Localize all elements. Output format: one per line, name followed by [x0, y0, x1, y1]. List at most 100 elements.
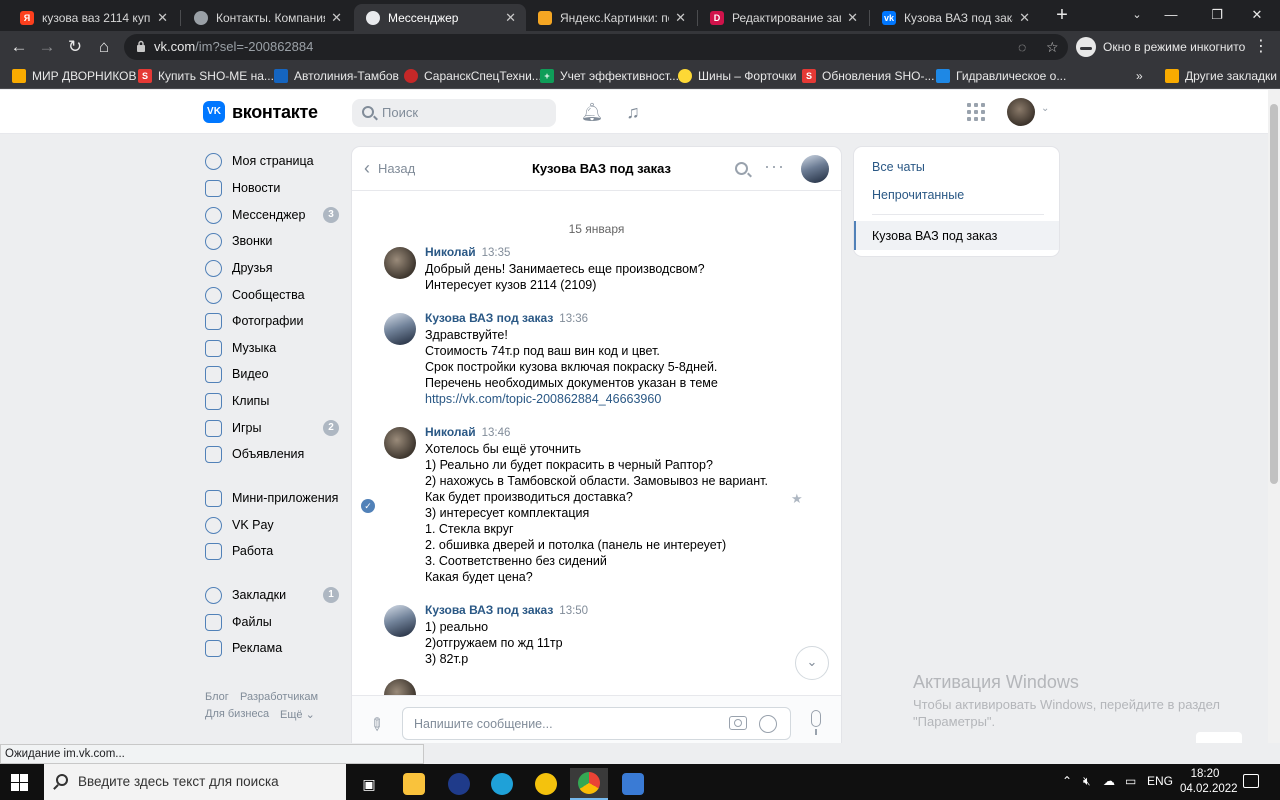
- avatar[interactable]: [1007, 98, 1035, 126]
- taskbar-clock[interactable]: 18:20 04.02.2022: [1180, 767, 1238, 797]
- home-icon[interactable]: ⌂: [93, 36, 115, 58]
- apps-grid-icon[interactable]: [967, 103, 985, 121]
- bell-icon[interactable]: 🔔︎: [580, 100, 604, 124]
- nav-item-bookmarks[interactable]: Закладки 1: [203, 582, 345, 608]
- nav-item-work[interactable]: Работа: [203, 538, 345, 564]
- monitor-icon[interactable]: ▭: [1125, 774, 1136, 788]
- close-icon[interactable]: ✕: [505, 10, 516, 26]
- browser-tab-active[interactable]: Мессенджер ✕: [354, 4, 526, 31]
- reload-icon[interactable]: ↻: [64, 36, 86, 58]
- nav-item-advertising[interactable]: Реклама: [203, 635, 345, 661]
- message[interactable]: Кузова ВАЗ под заказ 13:50 1) реально 2)о…: [384, 603, 804, 669]
- browser-tab[interactable]: Я кузова ваз 2114 купить ✕: [8, 4, 178, 31]
- bookmark-item[interactable]: МИР ДВОРНИКОВ: [12, 67, 137, 84]
- bookmark-item[interactable]: Гидравлическое о...: [936, 67, 1066, 84]
- music-note-icon[interactable]: ♫: [621, 100, 645, 124]
- browser-tab[interactable]: Контакты. Компания "Гу ✕: [182, 4, 352, 31]
- chrome-icon[interactable]: [570, 768, 608, 800]
- chevron-up-icon[interactable]: ⌃: [1062, 774, 1072, 788]
- selected-check-icon[interactable]: ✓: [361, 499, 375, 513]
- browser-menu-icon[interactable]: ⋮: [1253, 36, 1269, 56]
- bookmark-star-icon[interactable]: ☆: [1046, 39, 1059, 56]
- more-dots-icon[interactable]: ···: [764, 156, 785, 177]
- nav-item-friends[interactable]: Друзья: [203, 255, 345, 281]
- camera-icon[interactable]: [729, 716, 747, 730]
- nav-item-ads[interactable]: Объявления: [203, 441, 345, 467]
- footer-more-link[interactable]: Ещё ⌄: [280, 708, 315, 721]
- calculator-icon[interactable]: [614, 768, 652, 800]
- active-chat-item[interactable]: Кузова ВАЗ под заказ: [854, 221, 1059, 250]
- page-scrollbar[interactable]: [1268, 90, 1280, 743]
- message[interactable]: Николай 13:46 Хотелось бы ещё уточнить 1)…: [384, 425, 804, 585]
- avatar[interactable]: [384, 313, 416, 345]
- nav-item-communities[interactable]: Сообщества: [203, 282, 345, 308]
- footer-dev-link[interactable]: Разработчикам: [240, 691, 318, 703]
- file-explorer-icon[interactable]: [395, 768, 433, 800]
- chat-avatar[interactable]: [801, 155, 829, 183]
- more-bookmarks-icon[interactable]: »: [1136, 67, 1143, 84]
- paperclip-icon[interactable]: ✎: [364, 713, 389, 737]
- search-input[interactable]: Поиск: [352, 99, 556, 127]
- back-button[interactable]: ‹ Назад: [364, 159, 415, 177]
- cloud-icon[interactable]: ☁: [1103, 774, 1115, 788]
- pen-app-icon[interactable]: [440, 768, 478, 800]
- nav-item-files[interactable]: Файлы: [203, 609, 345, 635]
- avatar[interactable]: [384, 605, 416, 637]
- bookmark-item[interactable]: Шины – Форточки: [678, 67, 796, 84]
- incognito-indicator[interactable]: Окно в режиме инкогнито: [1076, 36, 1245, 58]
- close-icon[interactable]: ✕: [675, 10, 686, 26]
- smile-icon[interactable]: [759, 715, 777, 733]
- scrollbar-thumb[interactable]: [1270, 104, 1278, 484]
- browser-tab[interactable]: Яндекс.Картинки: поис ✕: [526, 4, 696, 31]
- microphone-icon[interactable]: [811, 710, 821, 735]
- message[interactable]: Кузова ВАЗ под заказ 13:36 Здравствуйте! …: [384, 311, 804, 407]
- browser-tab[interactable]: vk Кузова ВАЗ под заказ ✕: [870, 4, 1040, 31]
- volume-muted-icon[interactable]: 🔇︎: [1083, 774, 1091, 789]
- message-link[interactable]: https://vk.com/topic-200862884_46663960: [425, 391, 805, 407]
- language-indicator[interactable]: ENG: [1147, 774, 1173, 788]
- window-close-icon[interactable]: ✕: [1234, 0, 1280, 31]
- nav-item-clips[interactable]: Клипы: [203, 388, 345, 414]
- windows-start-icon[interactable]: [11, 774, 28, 791]
- chat-title[interactable]: Кузова ВАЗ под заказ: [532, 161, 671, 176]
- nav-item-games[interactable]: Игры 2: [203, 415, 345, 441]
- message[interactable]: Николай 13:35 Добрый день! Занимаетесь ещ…: [384, 245, 804, 295]
- nav-item-messenger[interactable]: Мессенджер 3: [203, 202, 345, 228]
- nav-item-mini-apps[interactable]: Мини-приложения: [203, 485, 345, 511]
- bookmark-item[interactable]: Автолиния-Тамбов: [274, 67, 399, 84]
- message-author[interactable]: Кузова ВАЗ под заказ 13:36: [425, 311, 588, 325]
- avatar[interactable]: [384, 427, 416, 459]
- address-bar[interactable]: vk.com/im?sel=-200862884 ◌ ☆: [124, 34, 1068, 60]
- nav-item-vk-pay[interactable]: VK Pay: [203, 512, 345, 538]
- avatar[interactable]: [384, 247, 416, 279]
- close-icon[interactable]: ✕: [847, 10, 858, 26]
- forward-arrow-icon[interactable]: →: [36, 36, 58, 58]
- message-author[interactable]: Николай 13:46: [425, 425, 510, 439]
- accounting-app-icon[interactable]: [527, 768, 565, 800]
- task-view-icon[interactable]: ▣: [350, 768, 388, 800]
- close-icon[interactable]: ✕: [1019, 10, 1030, 26]
- bookmark-item[interactable]: СаранскСпецТехни...: [404, 67, 542, 84]
- help-chat-button[interactable]: ▰: [1196, 732, 1242, 743]
- browser-tab[interactable]: D Редактирование запис ✕: [698, 4, 868, 31]
- nav-item-photos[interactable]: Фотографии: [203, 308, 345, 334]
- scroll-down-chevron-icon[interactable]: ⌄: [795, 646, 829, 680]
- message-author[interactable]: Николай 13:35: [425, 245, 510, 259]
- filter-unread[interactable]: Непрочитанные: [872, 188, 964, 202]
- nav-item-calls[interactable]: Звонки: [203, 228, 345, 254]
- message-input[interactable]: Напишите сообщение...: [402, 707, 791, 740]
- footer-blog-link[interactable]: Блог: [205, 691, 229, 703]
- vk-logo[interactable]: VK вконтакте: [203, 101, 318, 123]
- bookmark-item[interactable]: S Обновления SHO-...: [802, 67, 934, 84]
- chevron-down-icon[interactable]: ⌄: [1041, 103, 1049, 114]
- close-icon[interactable]: ✕: [157, 10, 168, 26]
- message-author[interactable]: Кузова ВАЗ под заказ 13:50: [425, 603, 588, 617]
- notifications-icon[interactable]: [1243, 774, 1259, 788]
- close-icon[interactable]: ✕: [331, 10, 342, 26]
- edge-icon[interactable]: [483, 768, 521, 800]
- nav-item-news[interactable]: Новости: [203, 175, 345, 201]
- minimize-icon[interactable]: —: [1148, 0, 1194, 31]
- search-icon[interactable]: [735, 162, 748, 175]
- footer-business-link[interactable]: Для бизнеса: [205, 708, 269, 720]
- eye-slash-icon[interactable]: ◌: [1018, 39, 1026, 55]
